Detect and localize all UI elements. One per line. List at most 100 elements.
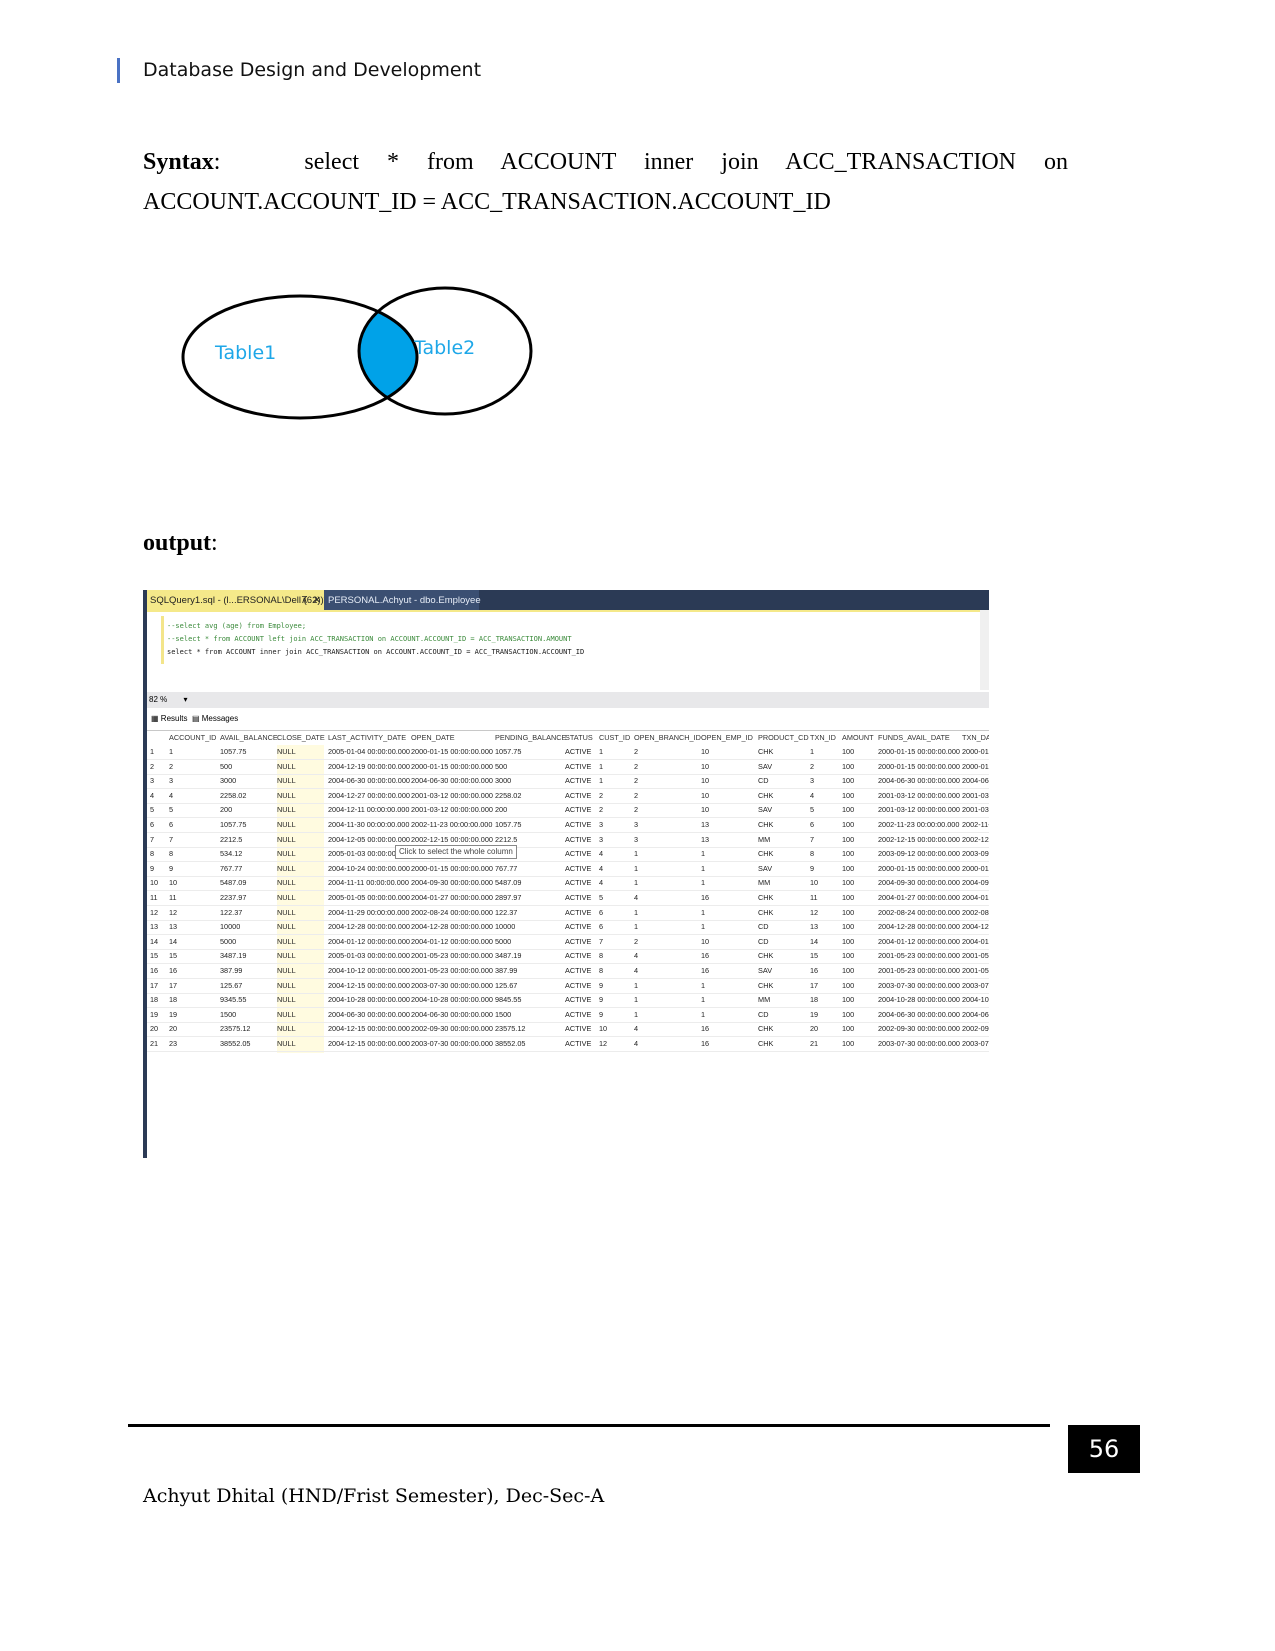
grid-cell[interactable]: ACTIVE <box>565 862 591 876</box>
grid-cell[interactable]: CHK <box>758 979 773 993</box>
grid-cell[interactable]: 3 <box>634 833 638 847</box>
grid-cell[interactable]: 9845.55 <box>495 993 521 1007</box>
grid-cell[interactable]: 2004-06- <box>962 774 989 788</box>
grid-cell[interactable]: 2258.02 <box>495 789 521 803</box>
grid-cell[interactable]: 2 <box>634 760 638 774</box>
grid-cell[interactable]: 100 <box>842 818 854 832</box>
grid-cell[interactable]: 18 <box>169 993 177 1007</box>
query-editor[interactable]: --select avg (age) from Employee; --sele… <box>147 610 989 692</box>
grid-cell[interactable]: 18 <box>810 993 818 1007</box>
grid-cell[interactable]: 2004-10-24 00:00:00.000 <box>328 862 410 876</box>
grid-cell[interactable]: 9 <box>169 862 173 876</box>
row-number[interactable]: 21 <box>150 1037 158 1051</box>
grid-cell[interactable]: 2000-01-15 00:00:00.000 <box>878 862 960 876</box>
grid-cell[interactable]: 2003-07-30 00:00:00.000 <box>878 1037 960 1051</box>
grid-cell[interactable]: 2002-09- <box>962 1022 989 1036</box>
grid-cell[interactable]: 1 <box>701 847 705 861</box>
grid-cell[interactable]: 2004-10- <box>962 993 989 1007</box>
grid-cell[interactable]: CD <box>758 935 769 949</box>
tab-sqlquery1[interactable]: SQLQuery1.sql - (l...ERSONAL\Dell (62))*… <box>147 590 327 612</box>
grid-cell[interactable]: NULL <box>277 920 296 934</box>
grid-cell[interactable]: 100 <box>842 906 854 920</box>
grid-cell[interactable]: ACTIVE <box>565 906 591 920</box>
grid-cell[interactable]: 2004-06-30 00:00:00.000 <box>328 1008 410 1022</box>
grid-cell[interactable]: 1 <box>634 1008 638 1022</box>
grid-cell[interactable]: 5487.09 <box>495 876 521 890</box>
grid-cell[interactable]: 2003-09-12 00:00:00.000 <box>878 847 960 861</box>
grid-cell[interactable]: 4 <box>810 789 814 803</box>
grid-cell[interactable]: 10 <box>599 1022 607 1036</box>
grid-cell[interactable]: 2897.97 <box>495 891 521 905</box>
row-number[interactable]: 12 <box>150 906 158 920</box>
grid-cell[interactable]: 1 <box>599 745 603 759</box>
grid-cell[interactable]: 4 <box>634 1022 638 1036</box>
grid-cell[interactable]: 200 <box>220 803 232 817</box>
grid-cell[interactable]: 2000-01-15 00:00:00.000 <box>411 760 493 774</box>
grid-cell[interactable]: 2004-12-19 00:00:00.000 <box>328 760 410 774</box>
grid-cell[interactable]: 10 <box>701 760 709 774</box>
grid-cell[interactable]: 100 <box>842 833 854 847</box>
grid-cell[interactable]: 2004-11-30 00:00:00.000 <box>328 818 409 832</box>
grid-cell[interactable]: 100 <box>842 1037 854 1051</box>
column-header[interactable]: FUNDS_AVAIL_DATE <box>878 731 950 745</box>
grid-cell[interactable]: 2000-01-15 00:00:00.000 <box>878 745 960 759</box>
grid-cell[interactable]: 4 <box>599 847 603 861</box>
grid-cell[interactable]: NULL <box>277 935 296 949</box>
column-header[interactable]: OPEN_BRANCH_ID <box>634 731 701 745</box>
grid-cell[interactable]: 1 <box>701 862 705 876</box>
grid-cell[interactable]: 2000-01-15 00:00:00.000 <box>411 862 493 876</box>
grid-cell[interactable]: 10 <box>701 935 709 949</box>
grid-cell[interactable]: 11 <box>810 891 818 905</box>
grid-cell[interactable]: NULL <box>277 847 296 861</box>
column-header[interactable]: ACCOUNT_ID <box>169 731 216 745</box>
grid-cell[interactable]: 1 <box>634 920 638 934</box>
grid-cell[interactable]: 2004-12-28 00:00:00.000 <box>878 920 960 934</box>
grid-cell[interactable]: 5000 <box>220 935 236 949</box>
grid-cell[interactable]: 100 <box>842 876 854 890</box>
grid-cell[interactable]: 2004-01-12 00:00:00.000 <box>878 935 960 949</box>
grid-cell[interactable]: 2003-07-30 00:00:00.000 <box>411 1037 493 1051</box>
chevron-down-icon[interactable]: ▾ <box>183 695 187 704</box>
grid-cell[interactable]: ACTIVE <box>565 964 591 978</box>
grid-cell[interactable]: ACTIVE <box>565 949 591 963</box>
row-number[interactable]: 2 <box>150 760 154 774</box>
grid-cell[interactable]: 2002-11- <box>962 818 989 832</box>
row-number[interactable]: 6 <box>150 818 154 832</box>
grid-cell[interactable]: 8 <box>169 847 173 861</box>
grid-cell[interactable]: NULL <box>277 993 296 1007</box>
tab-employee[interactable]: PERSONAL.Achyut - dbo.Employee <box>324 590 481 610</box>
grid-cell[interactable]: 2002-11-23 00:00:00.000 <box>411 818 492 832</box>
grid-cell[interactable]: NULL <box>277 745 296 759</box>
grid-cell[interactable]: 2002-08-24 00:00:00.000 <box>411 906 493 920</box>
grid-cell[interactable]: 8 <box>599 964 603 978</box>
grid-cell[interactable]: 5 <box>599 891 603 905</box>
grid-cell[interactable]: 14 <box>169 935 177 949</box>
grid-cell[interactable]: 2004-12-27 00:00:00.000 <box>328 789 410 803</box>
grid-cell[interactable]: NULL <box>277 862 296 876</box>
grid-cell[interactable]: 2002-11-23 00:00:00.000 <box>878 818 959 832</box>
grid-cell[interactable]: 10 <box>701 803 709 817</box>
grid-cell[interactable]: 13 <box>701 818 709 832</box>
grid-cell[interactable]: 21 <box>810 1037 818 1051</box>
grid-cell[interactable]: 387.99 <box>495 964 517 978</box>
grid-cell[interactable]: 2004-06-30 00:00:00.000 <box>411 1008 493 1022</box>
grid-cell[interactable]: 3487.19 <box>495 949 521 963</box>
grid-cell[interactable]: 2001-05-23 00:00:00.000 <box>878 949 960 963</box>
grid-cell[interactable]: 5000 <box>495 935 511 949</box>
row-number[interactable]: 3 <box>150 774 154 788</box>
grid-cell[interactable]: 2001-03- <box>962 803 989 817</box>
grid-cell[interactable]: 1500 <box>220 1008 236 1022</box>
grid-cell[interactable]: 2003-09- <box>962 847 989 861</box>
grid-cell[interactable]: 9 <box>599 979 603 993</box>
grid-cell[interactable]: 2 <box>169 760 173 774</box>
column-header[interactable]: LAST_ACTIVITY_DATE <box>328 731 406 745</box>
grid-cell[interactable]: 1 <box>634 979 638 993</box>
grid-cell[interactable]: 2000-01- <box>962 745 989 759</box>
grid-cell[interactable]: 2004-12-11 00:00:00.000 <box>328 803 409 817</box>
grid-cell[interactable]: 2004-12-15 00:00:00.000 <box>328 979 410 993</box>
grid-cell[interactable]: 2001-05-23 00:00:00.000 <box>411 964 493 978</box>
grid-cell[interactable]: 17 <box>810 979 818 993</box>
grid-cell[interactable]: 100 <box>842 1022 854 1036</box>
grid-cell[interactable]: 3487.19 <box>220 949 246 963</box>
grid-cell[interactable]: 1057.75 <box>220 818 246 832</box>
